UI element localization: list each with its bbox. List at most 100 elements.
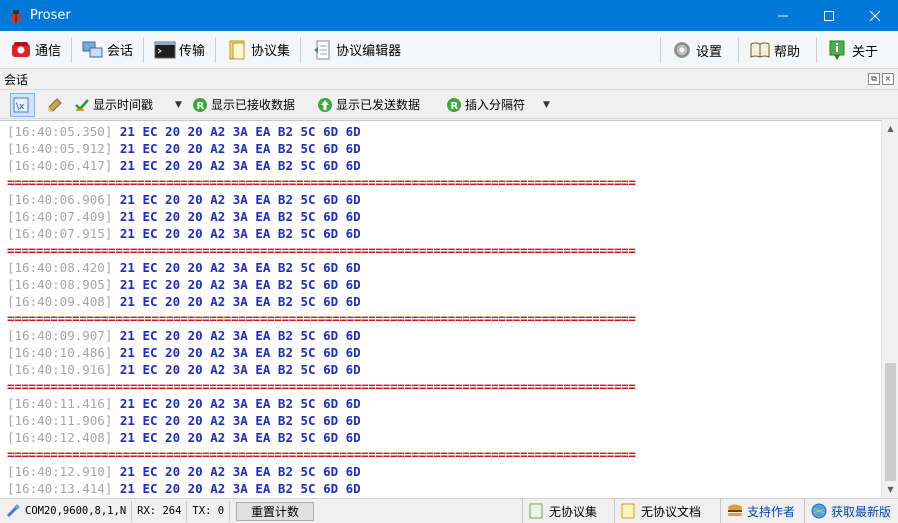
- book-icon: [750, 42, 770, 58]
- protocol-doc-status[interactable]: 无协议文档: [614, 499, 701, 523]
- tx-count: TX: 0: [187, 500, 231, 522]
- broom-icon: [48, 97, 62, 112]
- show-sent-toggle[interactable]: 显示已发送数据: [313, 93, 424, 117]
- svg-text:R: R: [450, 101, 458, 112]
- toolbar-divider: [215, 36, 217, 63]
- log-line: [16:40:08.420] 21 EC 20 20 A2 3A EA B2 5…: [7, 259, 636, 276]
- log-separator: ========================================…: [7, 174, 636, 191]
- toolbar-transfer-button[interactable]: 传输: [148, 35, 211, 65]
- scroll-down-arrow-icon[interactable]: ▼: [882, 481, 898, 498]
- toolbar-protocol-set-button[interactable]: 协议集: [220, 35, 296, 65]
- phone-icon: [12, 41, 30, 57]
- log-hex-data: 21 EC 20 20 A2 3A EA B2 5C 6D 6D: [119, 158, 361, 173]
- log-line: [16:40:10.916] 21 EC 20 20 A2 3A EA B2 5…: [7, 361, 636, 378]
- log-hex-data: 21 EC 20 20 A2 3A EA B2 5C 6D 6D: [119, 192, 361, 207]
- log-timestamp: [16:40:12.408]: [7, 430, 113, 445]
- log-timestamp: [16:40:08.905]: [7, 277, 113, 292]
- log-line: [16:40:08.905] 21 EC 20 20 A2 3A EA B2 5…: [7, 276, 636, 293]
- toolbar-divider: [143, 36, 145, 63]
- toolbar-divider: [738, 37, 740, 63]
- svg-text:\x: \x: [16, 102, 25, 112]
- terminal-icon: [154, 41, 176, 58]
- log-separator: ========================================…: [7, 446, 636, 463]
- get-latest-link[interactable]: 获取最新版: [804, 499, 891, 523]
- log-timestamp: [16:40:13.414]: [7, 481, 113, 496]
- close-icon: [870, 10, 880, 21]
- maximize-icon: [824, 10, 834, 21]
- status-bar: COM20,9600,8,1,N RX: 264 TX: 0 重置计数 无协议集…: [0, 498, 898, 523]
- send-icon: [317, 97, 332, 112]
- log-timestamp: [16:40:10.916]: [7, 362, 113, 377]
- separator-text: ========================================…: [7, 379, 636, 394]
- log-hex-data: 21 EC 20 20 A2 3A EA B2 5C 6D 6D: [119, 277, 361, 292]
- insert-separator-button[interactable]: R 插入分隔符: [442, 93, 529, 117]
- log-hex-data: 21 EC 20 20 A2 3A EA B2 5C 6D 6D: [119, 141, 361, 156]
- log-hex-data: 21 EC 20 20 A2 3A EA B2 5C 6D 6D: [119, 413, 361, 428]
- close-button[interactable]: [852, 0, 898, 31]
- globe-icon: [811, 503, 827, 519]
- log-hex-data: 21 EC 20 20 A2 3A EA B2 5C 6D 6D: [119, 209, 361, 224]
- file-icon: [621, 503, 635, 519]
- log-content: [16:40:05.350] 21 EC 20 20 A2 3A EA B2 5…: [7, 123, 636, 497]
- log-hex-data: 21 EC 20 20 A2 3A EA B2 5C 6D 6D: [119, 345, 361, 360]
- toolbar-help-button[interactable]: 帮助: [743, 35, 806, 65]
- clear-button[interactable]: [43, 93, 70, 117]
- log-line: [16:40:12.408] 21 EC 20 20 A2 3A EA B2 5…: [7, 429, 636, 446]
- maximize-button[interactable]: [806, 0, 852, 31]
- scrollbar-thumb[interactable]: [885, 363, 896, 481]
- folder-icon: [229, 40, 245, 59]
- scroll-up-arrow-icon[interactable]: ▲: [882, 120, 898, 137]
- title-bar: Proser: [0, 0, 898, 31]
- log-timestamp: [16:40:11.906]: [7, 413, 113, 428]
- app-bug-icon: [11, 9, 21, 23]
- reset-count-button[interactable]: 重置计数: [236, 501, 315, 521]
- log-line: [16:40:07.915] 21 EC 20 20 A2 3A EA B2 5…: [7, 225, 636, 242]
- window-title: Proser: [30, 8, 71, 23]
- protocol-set-status[interactable]: 无协议集: [522, 499, 597, 523]
- toolbar-about-button[interactable]: 关于: [821, 35, 884, 65]
- toolbar-protocol-editor-button[interactable]: 协议编辑器: [305, 35, 407, 65]
- panel-close-button[interactable]: ×: [882, 73, 894, 85]
- vertical-scrollbar[interactable]: ▲ ▼: [881, 120, 898, 498]
- log-hex-data: 21 EC 20 20 A2 3A EA B2 5C 6D 6D: [119, 396, 361, 411]
- log-hex-data: 21 EC 20 20 A2 3A EA B2 5C 6D 6D: [119, 226, 361, 241]
- log-timestamp: [16:40:12.910]: [7, 464, 113, 479]
- burger-icon: [728, 504, 742, 516]
- log-timestamp: [16:40:07.915]: [7, 226, 113, 241]
- log-timestamp: [16:40:11.416]: [7, 396, 113, 411]
- chevron-down-icon[interactable]: ▼: [175, 100, 182, 110]
- minimize-button[interactable]: [760, 0, 806, 31]
- minimize-icon: [778, 15, 788, 16]
- log-line: [16:40:12.910] 21 EC 20 20 A2 3A EA B2 5…: [7, 463, 636, 480]
- log-view[interactable]: [16:40:05.350] 21 EC 20 20 A2 3A EA B2 5…: [0, 120, 881, 498]
- toolbar-comm-button[interactable]: 通信: [4, 35, 67, 65]
- receive-icon: R: [192, 97, 207, 112]
- toolbar-settings-button[interactable]: 设置: [665, 35, 728, 65]
- log-separator: ========================================…: [7, 310, 636, 327]
- info-icon: [829, 40, 845, 60]
- log-timestamp: [16:40:09.408]: [7, 294, 113, 309]
- port-status: COM20,9600,8,1,N: [0, 500, 133, 522]
- toolbar-divider: [816, 37, 818, 63]
- separator-text: ========================================…: [7, 311, 636, 326]
- log-timestamp: [16:40:05.350]: [7, 124, 113, 139]
- svg-text:R: R: [196, 101, 204, 112]
- toolbar-session-button[interactable]: 会话: [76, 35, 139, 65]
- log-hex-data: 21 EC 20 20 A2 3A EA B2 5C 6D 6D: [119, 430, 361, 445]
- log-line: [16:40:11.906] 21 EC 20 20 A2 3A EA B2 5…: [7, 412, 636, 429]
- panel-restore-button[interactable]: ⧉: [868, 73, 880, 85]
- log-hex-data: 21 EC 20 20 A2 3A EA B2 5C 6D 6D: [119, 328, 361, 343]
- separator-icon: R: [446, 97, 461, 112]
- support-author-link[interactable]: 支持作者: [720, 499, 795, 523]
- chevron-down-icon[interactable]: ▼: [543, 100, 550, 110]
- main-toolbar: 通信 会话 传输 协议集 协议编辑器 设置 帮助 关于: [0, 31, 898, 69]
- show-received-toggle[interactable]: R 显示已接收数据: [188, 93, 299, 117]
- show-timestamp-toggle[interactable]: 显示时间戳: [70, 93, 157, 117]
- separator-text: ========================================…: [7, 243, 636, 258]
- log-line: [16:40:07.409] 21 EC 20 20 A2 3A EA B2 5…: [7, 208, 636, 225]
- log-hex-data: 21 EC 20 20 A2 3A EA B2 5C 6D 6D: [119, 481, 361, 496]
- hex-mode-button[interactable]: \x: [10, 92, 35, 117]
- log-line: [16:40:05.350] 21 EC 20 20 A2 3A EA B2 5…: [7, 123, 636, 140]
- log-timestamp: [16:40:06.906]: [7, 192, 113, 207]
- session-panel-header: 会话 ⧉ ×: [0, 70, 898, 90]
